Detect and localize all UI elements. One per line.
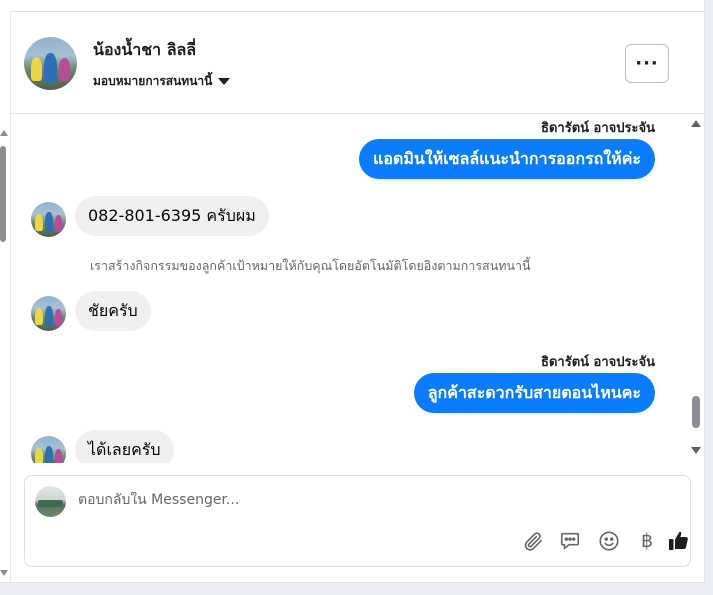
system-notice: เราสร้างกิจกรรมของลูกค้าเป้าหมายให้กับคุ… <box>90 258 531 273</box>
reply-composer: ฿ <box>24 475 691 567</box>
message-list: ธิดารัตน์ อาจประจัน แอดมินให้เซลล์แนะนำก… <box>11 114 689 463</box>
assign-conversation-dropdown[interactable]: มอบหมายการสนทนานี้ <box>93 72 231 91</box>
baht-icon[interactable]: ฿ <box>634 528 660 554</box>
message-bubble-incoming[interactable]: ชัยครับ <box>75 291 151 331</box>
paperclip-icon[interactable] <box>520 528 546 554</box>
smiley-icon[interactable] <box>596 528 622 554</box>
contact-avatar-small[interactable] <box>31 436 66 463</box>
scroll-down-arrow-icon[interactable] <box>691 447 701 454</box>
message-sender: ธิดารัตน์ อาจประจัน <box>541 355 655 370</box>
more-icon: ··· <box>635 53 659 74</box>
conversation-header: น้องน้ำชา ลิลลี่ มอบหมายการสนทนานี้ ··· <box>10 12 704 114</box>
assign-label: มอบหมายการสนทนานี้ <box>93 74 213 88</box>
message-bubble-incoming[interactable]: 082-801-6395 ครับผม <box>75 196 269 236</box>
message-sender: ธิดารัตน์ อาจประจัน <box>541 121 655 136</box>
scroll-up-arrow-icon[interactable] <box>691 120 701 127</box>
message-bubble-incoming[interactable]: ได้เลยครับ <box>75 430 174 463</box>
composer-toolbar: ฿ <box>495 528 688 554</box>
message-scrollbar[interactable] <box>690 116 702 456</box>
chat-bubble-icon[interactable] <box>557 528 583 554</box>
conversation-panel: น้องน้ำชา ลิลลี่ มอบหมายการสนทนานี้ ··· … <box>0 0 705 583</box>
page-avatar <box>35 486 66 517</box>
page-scrollbar[interactable] <box>0 126 8 576</box>
scrollbar-thumb[interactable] <box>0 146 6 242</box>
caret-down-icon <box>218 78 231 85</box>
contact-avatar-small[interactable] <box>31 202 66 237</box>
reply-input[interactable] <box>78 492 578 508</box>
contact-avatar-small[interactable] <box>31 296 66 331</box>
scroll-up-arrow-icon[interactable] <box>0 130 8 136</box>
scrollbar-thumb[interactable] <box>692 396 700 428</box>
thumbs-up-icon[interactable] <box>666 528 692 554</box>
contact-avatar[interactable] <box>24 37 77 90</box>
more-options-button[interactable]: ··· <box>625 44 669 83</box>
scroll-down-arrow-icon[interactable] <box>0 570 8 576</box>
message-bubble-outgoing[interactable]: ลูกค้าสะดวกรับสายตอนไหนคะ <box>413 373 655 413</box>
message-bubble-outgoing[interactable]: แอดมินให้เซลล์แนะนำการออกรถให้ค่ะ <box>359 139 655 179</box>
contact-name[interactable]: น้องน้ำชา ลิลลี่ <box>93 38 196 63</box>
